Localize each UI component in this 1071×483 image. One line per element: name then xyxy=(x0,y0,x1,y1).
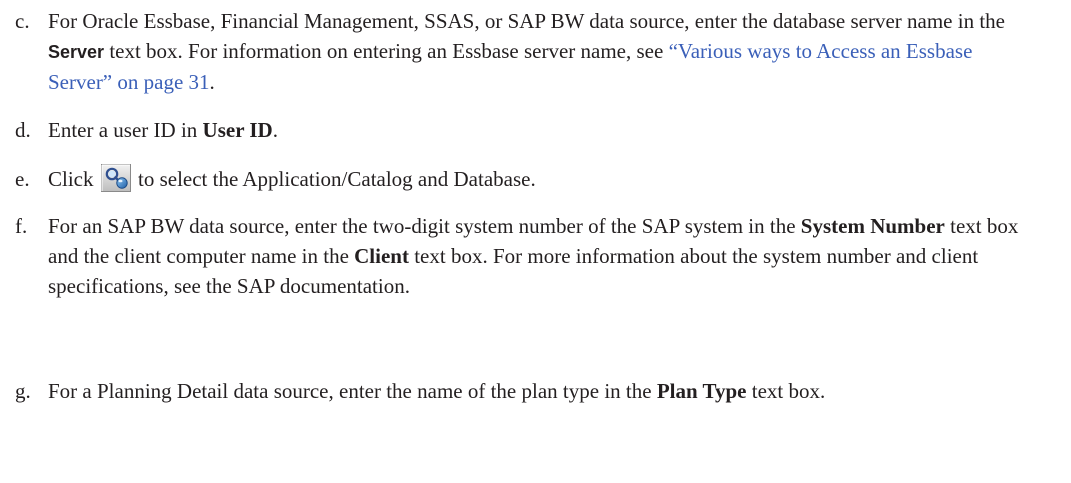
search-member-icon xyxy=(100,164,131,192)
step-letter: f. xyxy=(15,214,28,238)
step-text: Click to select the Application/Catalog … xyxy=(48,164,1031,194)
step-text: For an SAP BW data source, enter the two… xyxy=(48,214,1019,298)
step-text: Enter a user ID in User ID. xyxy=(48,118,278,142)
user-id-label: User ID xyxy=(202,118,273,142)
step-letter: c. xyxy=(15,9,30,33)
plan-type-label: Plan Type xyxy=(656,379,747,403)
step-letter: g. xyxy=(15,379,31,403)
step-text: For Oracle Essbase, Financial Management… xyxy=(48,9,1005,94)
step-text: For a Planning Detail data source, enter… xyxy=(48,379,826,403)
step-letter: e. xyxy=(15,167,30,191)
client-label: Client xyxy=(354,244,409,268)
system-number-label: System Number xyxy=(800,214,945,238)
server-label: Server xyxy=(48,42,105,62)
step-letter: d. xyxy=(15,118,31,142)
